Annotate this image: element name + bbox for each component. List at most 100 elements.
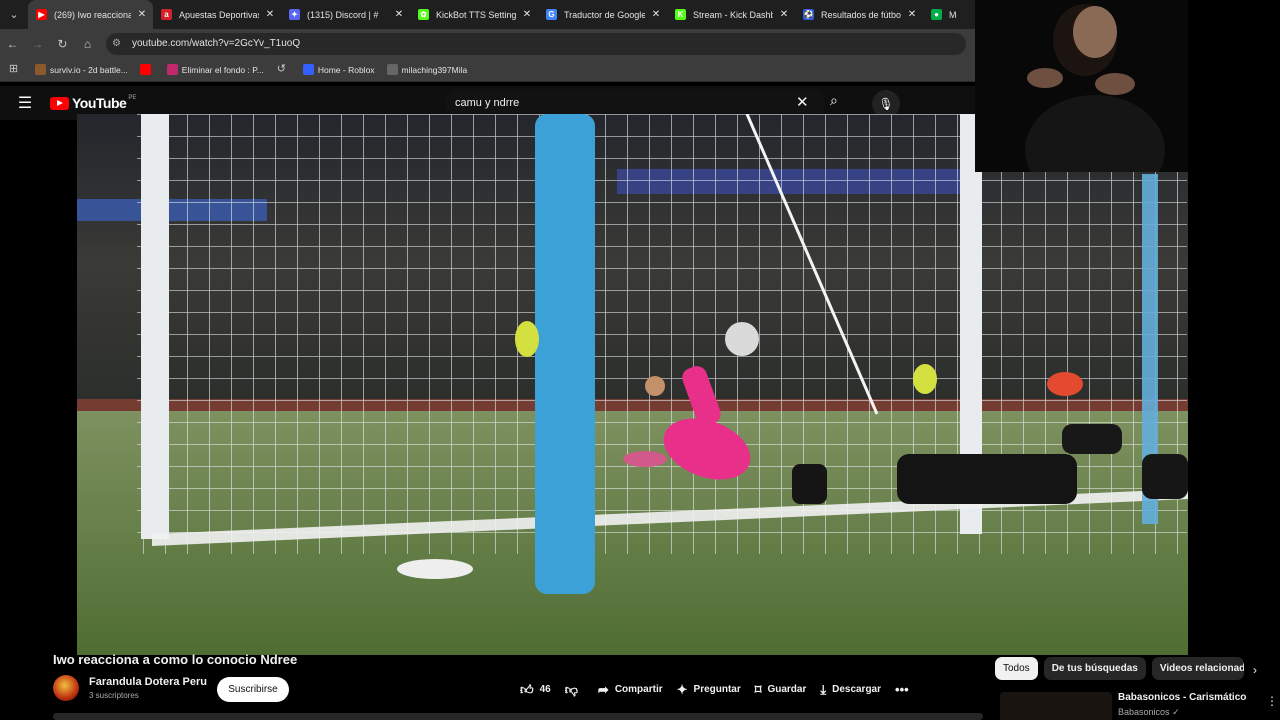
browser-tab[interactable]: ✿ KickBot TTS Settings ✕ <box>410 0 538 29</box>
tab-search-button[interactable]: ⌄ <box>0 0 28 29</box>
arrow-left-icon: ← <box>6 36 19 51</box>
site-info-icon[interactable]: ⚙ <box>112 38 126 49</box>
close-tab-icon[interactable]: ✕ <box>651 9 661 20</box>
bookmark-item[interactable]: Eliminar el fondo : P... <box>166 64 264 75</box>
hamburger-icon: ☰ <box>17 95 33 112</box>
youtube-icon <box>139 64 151 75</box>
reload-button[interactable]: ↻ <box>50 29 75 58</box>
browser-tab[interactable]: K Stream - Kick Dashb ✕ <box>667 0 795 29</box>
download-label: Descargar <box>832 684 882 695</box>
channel-avatar[interactable] <box>53 675 79 701</box>
bookmark-label: Home - Roblox <box>317 64 375 75</box>
reload-icon: ↻ <box>57 36 68 51</box>
tab-title: KickBot TTS Settings <box>436 9 516 20</box>
tab-title: (1315) Discord | # <box>307 9 379 20</box>
apuestas-icon: a <box>161 9 172 20</box>
close-tab-icon[interactable]: ✕ <box>137 9 147 20</box>
share-button[interactable]: ➦ Compartir <box>598 677 663 702</box>
url-text: youtube.com/watch?v=2GcYv_T1uoQ <box>132 38 301 49</box>
removebg-icon <box>166 64 178 75</box>
youtube-icon: ▶ <box>36 9 47 20</box>
webcam-overlay <box>975 0 1188 172</box>
save-label: Guardar <box>767 684 807 695</box>
video-title: Iwo reacciona a como lo conocio Ndree <box>53 652 298 667</box>
chip-videos-relacionados[interactable]: Videos relacionados <box>1151 657 1244 680</box>
bookmark-label: milaching397Mila <box>401 64 468 75</box>
browser-tab[interactable]: a Apuestas Deportivas ✕ <box>153 0 281 29</box>
browser-tab[interactable]: ● Meet <box>923 0 963 29</box>
bookmark-item[interactable] <box>139 64 155 75</box>
description-box[interactable] <box>53 713 983 720</box>
search-input[interactable]: camu y ndrre <box>445 89 825 117</box>
thumbs-up-icon: 👍︎ <box>520 681 534 697</box>
channel-name[interactable]: Farandula Dotera Peru <box>89 676 207 688</box>
close-tab-icon[interactable]: ✕ <box>265 9 275 20</box>
google-translate-icon: G <box>546 9 557 20</box>
chip-de-tus-busquedas[interactable]: De tus búsquedas <box>1043 657 1146 680</box>
save-button[interactable]: ⌑ Guardar <box>755 677 807 702</box>
webcam-image <box>975 0 1188 172</box>
youtube-logo[interactable]: YouTube PE <box>50 95 136 111</box>
more-actions-button[interactable]: ••• <box>895 677 915 702</box>
tab-title: Meet <box>949 9 957 20</box>
clear-search-icon[interactable]: ✕ <box>796 93 809 111</box>
bookmark-item[interactable]: ↺ <box>276 64 291 75</box>
bookmark-item[interactable]: ⊞ <box>8 64 23 75</box>
bookmark-label: Eliminar el fondo : P... <box>181 64 264 75</box>
channel-info: Farandula Dotera Peru 3 suscriptores <box>53 675 207 701</box>
logo-text: YouTube <box>72 95 127 111</box>
chevron-right-icon[interactable]: › <box>1253 663 1257 677</box>
discord-icon: ✦ <box>289 9 300 20</box>
home-button[interactable]: ⌂ <box>75 29 100 58</box>
home-icon: ⌂ <box>83 36 92 51</box>
browser-tab[interactable]: ✦ (1315) Discord | # ✕ <box>281 0 410 29</box>
tab-title: Traductor de Google <box>564 9 645 20</box>
back-button[interactable]: ← <box>0 29 25 58</box>
browser-tab[interactable]: G Traductor de Google ✕ <box>538 0 667 29</box>
browser-toolbar: ← → ↻ ⌂ ⚙ youtube.com/watch?v=2GcYv_T1uo… <box>0 29 975 58</box>
subscribe-button[interactable]: Suscribirse <box>217 677 289 702</box>
web-icon <box>386 64 398 75</box>
bookmark-item[interactable]: surviv.io - 2d battle... <box>35 64 128 75</box>
recommendation-title[interactable]: Babasonicos - Carismático <box>1118 692 1246 703</box>
close-tab-icon[interactable]: ✕ <box>394 9 404 20</box>
bookmark-item[interactable]: Home - Roblox <box>302 64 375 75</box>
search-icon[interactable]: ⌕ <box>830 92 838 109</box>
tab-title: Resultados de fútbol <box>821 9 901 20</box>
related-chips: Todos De tus búsquedas Videos relacionad… <box>995 657 1250 680</box>
history-icon: ↺ <box>276 63 286 75</box>
tab-title: (269) Iwo reacciona a <box>54 9 131 20</box>
more-horizontal-icon: ••• <box>895 682 909 697</box>
close-tab-icon[interactable]: ✕ <box>907 9 917 20</box>
recommendation-thumbnail[interactable] <box>1000 692 1112 720</box>
chevron-down-icon: ⌄ <box>9 9 19 21</box>
apps-icon: ⊞ <box>8 63 19 75</box>
tab-title: Stream - Kick Dashb <box>693 9 773 20</box>
dislike-button[interactable]: 👎︎ <box>565 677 584 702</box>
ask-button[interactable]: ✦ Preguntar <box>677 677 741 702</box>
like-button[interactable]: 👍︎ 46 <box>520 677 551 702</box>
forward-button[interactable]: → <box>25 29 50 58</box>
subscriber-count: 3 suscriptores <box>89 691 139 700</box>
kick-icon: K <box>675 9 686 20</box>
thumbs-down-icon: 👎︎ <box>564 681 578 697</box>
browser-tab[interactable]: ▶ (269) Iwo reacciona a ✕ <box>28 0 153 29</box>
download-button[interactable]: ⤓ Descargar <box>820 677 881 702</box>
bookmark-item[interactable]: milaching397Mila <box>386 64 468 75</box>
download-icon: ⤓ <box>820 681 827 697</box>
bookmarks-bar: ⊞ surviv.io - 2d battle... Eliminar el fon… <box>0 58 975 82</box>
browser-tab[interactable]: ⚽ Resultados de fútbol ✕ <box>795 0 923 29</box>
video-player[interactable] <box>77 114 1188 655</box>
recommendation-item[interactable]: Babasonicos - Carismático Babasonicos ✓ <box>1000 692 1246 720</box>
close-tab-icon[interactable]: ✕ <box>522 9 532 20</box>
guide-menu-button[interactable]: ☰ <box>0 93 50 113</box>
chip-todos[interactable]: Todos <box>995 657 1038 680</box>
meet-icon: ● <box>931 9 942 20</box>
arrow-right-icon: → <box>31 36 44 51</box>
search-query-text: camu y ndrre <box>455 97 520 109</box>
like-count: 46 <box>539 684 551 695</box>
share-icon: ➦ <box>597 681 609 697</box>
address-bar[interactable]: ⚙ youtube.com/watch?v=2GcYv_T1uoQ <box>106 32 966 55</box>
more-vertical-icon[interactable]: ⋮ <box>1266 694 1278 708</box>
close-tab-icon[interactable]: ✕ <box>779 9 789 20</box>
